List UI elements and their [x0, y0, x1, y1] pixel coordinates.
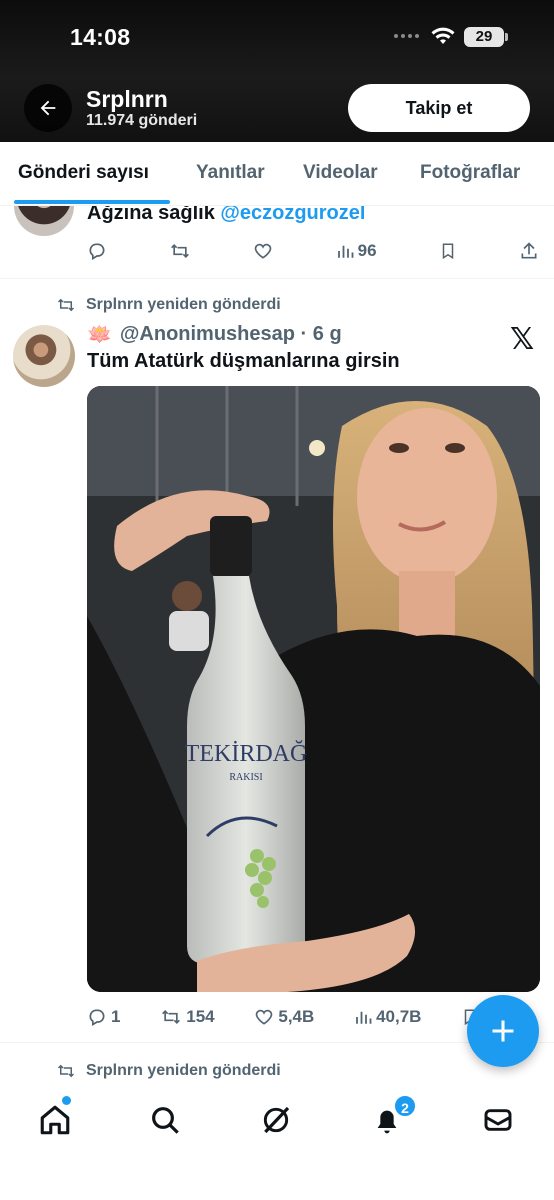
mention-link[interactable]: @eczozgurozel: [220, 206, 365, 224]
repost-label: Srplnrn yeniden gönderdi: [86, 1062, 281, 1079]
post-divider: [0, 278, 554, 279]
lotus-emoji: 🪷: [87, 324, 112, 346]
repost-label: Srplnrn yeniden gönderdi: [86, 296, 281, 313]
repost-icon: [171, 243, 190, 259]
reply-count: 1: [111, 1007, 121, 1026]
views-icon: [356, 1011, 372, 1024]
post-text: Tüm Atatürk düşmanlarına girsin: [87, 350, 400, 372]
repost-icon: [57, 1064, 75, 1078]
tab-photos[interactable]: Fotoğraflar: [420, 162, 520, 184]
reply-icon: [89, 243, 105, 260]
views-count: 40,7B: [376, 1007, 422, 1026]
nav-search[interactable]: [145, 1100, 185, 1140]
like-count: 5,4B: [278, 1007, 315, 1026]
post-text: Ağzına sağlık @eczozgurozel: [87, 206, 365, 225]
views-icon: [337, 245, 354, 258]
profile-tabs: Gönderi sayısı Yanıtlar Videolar Fotoğra…: [0, 142, 554, 206]
post-text-body: Ağzına sağlık: [87, 206, 221, 224]
views-button[interactable]: 40,7B: [354, 1007, 421, 1027]
status-time: 14:08: [70, 24, 131, 50]
home-icon: [40, 1105, 70, 1135]
nav-home[interactable]: [35, 1100, 75, 1140]
x-logo-icon: 𝕏: [510, 322, 535, 357]
battery-icon: 29: [464, 27, 508, 47]
share-button[interactable]: [519, 241, 539, 261]
nav-grok[interactable]: [256, 1100, 296, 1140]
heart-icon: [255, 243, 272, 259]
post-image[interactable]: TEKİRDAĞ RAKISI: [87, 386, 540, 992]
repost-count: 154: [186, 1007, 215, 1026]
reply-button[interactable]: 1: [87, 1007, 120, 1027]
grok-icon: [263, 1106, 290, 1134]
timeline[interactable]: Ağzına sağlık @eczozgurozel 96 Srplnrn y…: [0, 206, 554, 1086]
views-count: 96: [357, 241, 377, 260]
repost-indicator[interactable]: Srplnrn yeniden gönderdi: [56, 296, 281, 314]
tab-videos[interactable]: Videolar: [303, 162, 378, 184]
bookmark-icon: [442, 243, 453, 260]
reply-button[interactable]: [87, 241, 107, 261]
like-button[interactable]: 5,4B: [254, 1007, 314, 1027]
signal-dots-icon: [394, 34, 422, 40]
repost-button[interactable]: 154: [160, 1007, 215, 1027]
views-button[interactable]: 96: [336, 241, 377, 261]
bookmark-button[interactable]: [439, 241, 457, 261]
search-icon: [152, 1107, 179, 1134]
mail-icon: [484, 1109, 512, 1131]
compose-button[interactable]: [467, 995, 539, 1067]
nav-messages[interactable]: [478, 1100, 518, 1140]
notification-badge: 2: [393, 1094, 417, 1118]
wifi-icon: [431, 27, 455, 44]
heart-icon: [256, 1009, 273, 1025]
bottom-navigation: [0, 1086, 554, 1200]
plus-icon: [492, 1020, 514, 1042]
repost-button[interactable]: [169, 241, 191, 261]
reply-icon: [89, 1009, 105, 1026]
arrow-left-icon: [40, 100, 56, 116]
share-icon: [521, 242, 537, 259]
post-count: 11.974 gönderi: [86, 112, 198, 129]
profile-name: Srplnrn: [86, 86, 168, 112]
like-button[interactable]: [253, 241, 273, 261]
post-handle: @Anonimushesap · 6 g: [119, 323, 342, 345]
back-button[interactable]: [24, 84, 72, 132]
post-actions: 96: [87, 237, 539, 265]
tab-replies[interactable]: Yanıtlar: [196, 162, 265, 184]
repost-icon: [57, 298, 75, 312]
active-tab-indicator: [14, 200, 170, 204]
avatar[interactable]: [14, 206, 74, 236]
bottle-sub: RAKISI: [229, 772, 262, 783]
bottle-brand: TEKİRDAĞ: [185, 741, 308, 767]
post-author[interactable]: 🪷 @Anonimushesap · 6 g: [87, 322, 342, 347]
avatar[interactable]: [13, 325, 75, 387]
profile-header: 14:08 29 Srplnrn 11.974 gönderi Takip et: [0, 0, 554, 142]
follow-button[interactable]: Takip et: [348, 84, 530, 132]
repost-indicator[interactable]: Srplnrn yeniden gönderdi: [56, 1062, 281, 1080]
repost-icon: [162, 1009, 181, 1025]
home-unread-dot: [62, 1096, 71, 1105]
tab-posts[interactable]: Gönderi sayısı: [18, 162, 149, 184]
photo-scene: TEKİRDAĞ RAKISI: [87, 386, 540, 992]
